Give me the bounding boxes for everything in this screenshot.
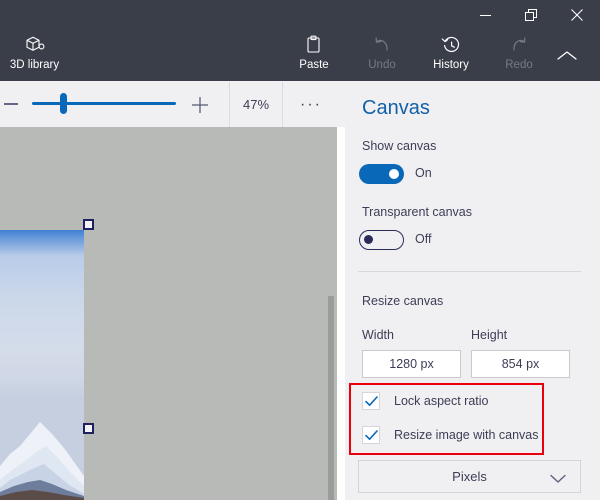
ribbon-item-undo[interactable]: Undo — [355, 30, 409, 81]
zoom-slider-thumb[interactable] — [60, 93, 67, 114]
canvas-area[interactable] — [0, 127, 337, 500]
ribbon-label-3d-library: 3D library — [9, 59, 60, 71]
units-dropdown-value: Pixels — [452, 469, 487, 484]
annotation-highlight-box — [349, 383, 544, 455]
zoom-slider-track — [32, 102, 176, 105]
ribbon-label-history: History — [433, 59, 469, 71]
height-label: Height — [471, 328, 508, 342]
minimize-icon — [479, 14, 491, 16]
chevron-up-icon — [557, 50, 577, 60]
transparent-canvas-label: Transparent canvas — [362, 205, 473, 219]
zoom-more-options-button[interactable]: ··· — [285, 82, 337, 127]
restore-button[interactable] — [508, 0, 554, 30]
restore-icon — [525, 9, 537, 21]
mountain-graphic — [0, 388, 84, 500]
ribbon-item-3d-library[interactable]: 3D library — [2, 30, 67, 81]
collapse-ribbon-button[interactable] — [544, 30, 590, 81]
width-label: Width — [362, 328, 394, 342]
units-dropdown[interactable]: Pixels — [358, 460, 581, 493]
zoom-in-button[interactable] — [188, 93, 212, 117]
close-button[interactable] — [554, 0, 600, 30]
resize-canvas-section-label: Resize canvas — [362, 294, 444, 308]
ribbon-label-undo: Undo — [368, 59, 396, 71]
ribbon-item-paste[interactable]: Paste — [287, 30, 341, 81]
transparent-canvas-toggle[interactable] — [359, 230, 404, 250]
redo-arrow-icon — [509, 33, 529, 57]
canvas-vertical-scrollbar[interactable] — [328, 127, 334, 500]
ribbon-bar: 3D library Paste Undo History Redo — [0, 0, 600, 81]
cube-3d-icon — [24, 33, 46, 57]
panel-title: Canvas — [362, 97, 430, 119]
ribbon-item-history[interactable]: History — [422, 30, 480, 81]
ribbon-item-redo[interactable]: Redo — [492, 30, 546, 81]
show-canvas-toggle[interactable] — [359, 164, 404, 184]
ribbon-label-redo: Redo — [505, 59, 533, 71]
selection-handle-bottom[interactable] — [83, 423, 94, 434]
undo-arrow-icon — [372, 33, 392, 57]
ribbon-label-paste: Paste — [299, 59, 329, 71]
minimize-button[interactable] — [462, 0, 508, 30]
chevron-down-icon — [550, 472, 566, 487]
plus-icon — [192, 97, 208, 113]
paint3d-window: 3D library Paste Undo History Redo 47% ·… — [0, 0, 600, 500]
scrollbar-thumb[interactable] — [328, 296, 334, 500]
toggle-knob — [389, 169, 399, 179]
show-canvas-label: Show canvas — [362, 139, 437, 153]
selection-handle-top[interactable] — [83, 219, 94, 230]
show-canvas-state: On — [415, 166, 432, 180]
close-icon — [571, 9, 583, 21]
ribbon-items: 3D library Paste Undo History Redo — [0, 30, 600, 81]
panel-divider — [358, 271, 581, 272]
toggle-knob — [364, 235, 373, 244]
clipboard-icon — [305, 33, 323, 57]
width-input[interactable]: 1280 px — [362, 350, 461, 378]
zoom-out-button[interactable] — [2, 94, 22, 114]
window-controls — [462, 0, 600, 30]
zoom-level-display[interactable]: 47% — [229, 82, 283, 127]
height-input[interactable]: 854 px — [471, 350, 570, 378]
minus-icon — [4, 103, 18, 105]
canvas-artwork-image[interactable] — [0, 230, 84, 500]
transparent-canvas-state: Off — [415, 232, 432, 246]
history-clock-icon — [441, 33, 462, 57]
zoom-slider[interactable] — [32, 93, 176, 114]
